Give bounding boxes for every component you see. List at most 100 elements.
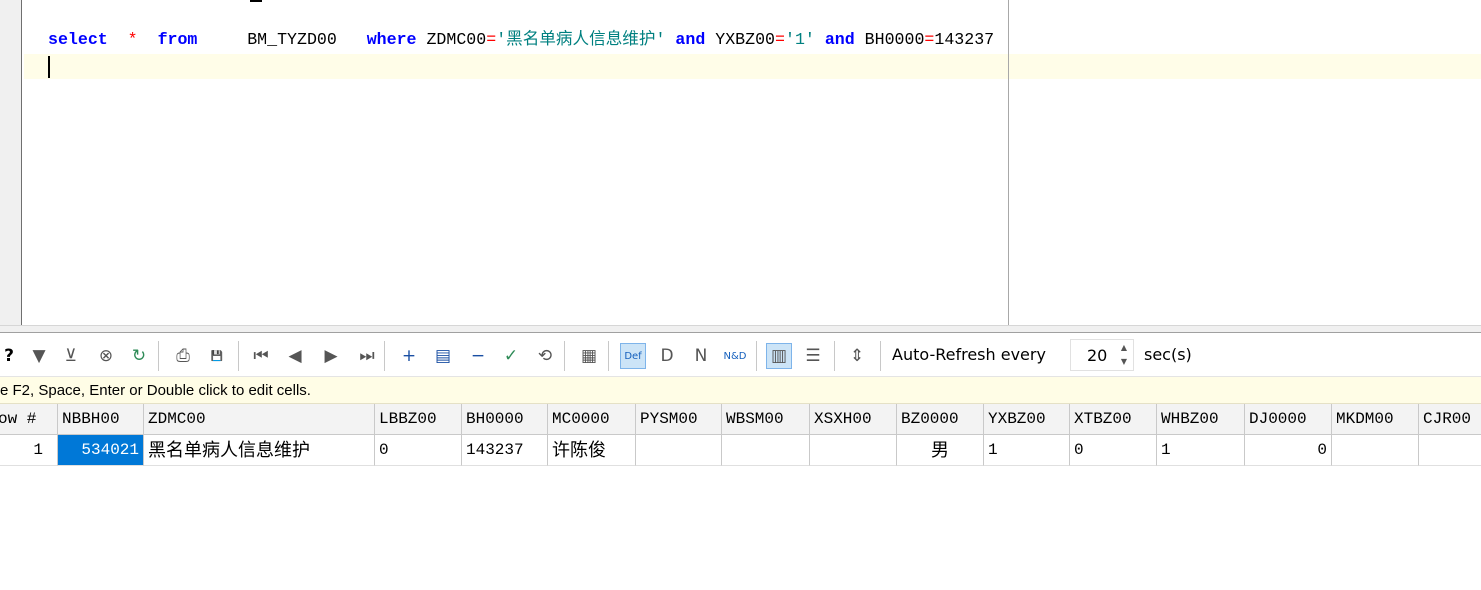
print-icon[interactable]: ⎙: [170, 343, 196, 369]
insert-record-icon[interactable]: +: [396, 343, 422, 369]
post-changes-icon[interactable]: ✓: [498, 343, 524, 369]
row-height-icon[interactable]: ⇕: [844, 343, 870, 369]
last-record-icon[interactable]: ⏭: [354, 343, 380, 369]
grid-cell[interactable]: 0: [1245, 435, 1332, 466]
current-line-highlight: [24, 54, 1481, 79]
column-header[interactable]: WBSM00: [722, 404, 810, 435]
view-nd-icon[interactable]: N&D: [722, 343, 748, 369]
text-caret: [48, 56, 50, 78]
toolbar-separator: [238, 341, 239, 371]
toolbar-separator: [834, 341, 835, 371]
spin-down-icon[interactable]: ▼: [1117, 355, 1131, 369]
auto-refresh-label: Auto-Refresh every: [892, 345, 1046, 364]
sql-token-ident: [138, 30, 158, 49]
toolbar-separator: [608, 341, 609, 371]
column-header[interactable]: MKDM00: [1332, 404, 1419, 435]
column-header[interactable]: MC0000: [548, 404, 636, 435]
column-header[interactable]: YXBZ00: [984, 404, 1070, 435]
view-n-icon[interactable]: N: [688, 343, 714, 369]
sql-token-kw: from: [157, 30, 198, 49]
previous-record-icon[interactable]: ◀: [282, 343, 308, 369]
result-grid[interactable]: ow # NBBH00 ZDMC00 LBBZ00 BH0000 MC0000 PYSM00…: [0, 404, 1481, 590]
sql-token-str: '黑名单病人信息维护': [496, 30, 666, 49]
column-header[interactable]: ZDMC00: [144, 404, 375, 435]
sql-statement-line[interactable]: select * from BM_TYZD00 where ZDMC00='黑名…: [48, 29, 994, 51]
column-header[interactable]: DJ0000: [1245, 404, 1332, 435]
clear-filter-icon[interactable]: ⊻: [58, 343, 84, 369]
sql-token-ident: [815, 30, 825, 49]
sql-token-ident: 143237: [934, 30, 995, 49]
cancel-changes-icon[interactable]: ⟲: [532, 343, 558, 369]
toolbar-separator: [880, 341, 881, 371]
toolbar-separator: [564, 341, 565, 371]
editor-scroll-marker: [250, 0, 262, 2]
grid-cell[interactable]: [722, 435, 810, 466]
spin-up-icon[interactable]: ▲: [1117, 341, 1131, 355]
cancel-icon[interactable]: ⊗: [93, 343, 119, 369]
grid-cell[interactable]: 1: [1157, 435, 1245, 466]
toolbar-separator: [384, 341, 385, 371]
sql-editor[interactable]: select * from BM_TYZD00 where ZDMC00='黑名…: [0, 0, 1481, 325]
default-view-icon[interactable]: Def: [620, 343, 646, 369]
sql-token-ident: YXBZ00: [705, 30, 776, 49]
grid-cell[interactable]: 黑名单病人信息维护: [144, 435, 375, 466]
sql-token-str: '1': [784, 30, 815, 49]
first-record-icon[interactable]: ⏮: [248, 343, 274, 369]
grid-cell[interactable]: [636, 435, 722, 466]
toolbar-separator: [158, 341, 159, 371]
delete-record-icon[interactable]: −: [465, 343, 491, 369]
grid-cell[interactable]: 1: [984, 435, 1070, 466]
sql-token-ident: [665, 30, 675, 49]
refresh-interval-value[interactable]: 20: [1087, 346, 1107, 365]
column-header[interactable]: ow #: [0, 404, 58, 435]
sql-token-op: =: [924, 30, 935, 49]
grid-cell[interactable]: [1332, 435, 1419, 466]
grid-cell[interactable]: 534021: [58, 435, 144, 466]
next-record-icon[interactable]: ▶: [318, 343, 344, 369]
sql-token-op: =: [775, 30, 785, 49]
edit-hint-bar: e F2, Space, Enter or Double click to ed…: [0, 377, 1481, 404]
filter-icon[interactable]: ▼: [26, 343, 52, 369]
sql-token-ident: ZDMC00: [416, 30, 487, 49]
column-header[interactable]: BH0000: [462, 404, 548, 435]
grid-view-icon[interactable]: ▥: [766, 343, 792, 369]
editor-grid-splitter[interactable]: [0, 325, 1481, 333]
grid-cell[interactable]: 0: [375, 435, 462, 466]
column-header[interactable]: BZ0000: [897, 404, 984, 435]
column-header[interactable]: WHBZ00: [1157, 404, 1245, 435]
refresh-icon[interactable]: ↻: [126, 343, 152, 369]
sql-token-kw: and: [824, 30, 855, 49]
grid-cell[interactable]: 男: [897, 435, 984, 466]
sql-token-ident: BH0000: [854, 30, 925, 49]
right-margin-line: [1008, 0, 1009, 325]
column-header[interactable]: CJR00: [1419, 404, 1481, 435]
save-icon[interactable]: 💾: [204, 343, 230, 369]
grid-cell[interactable]: 143237: [462, 435, 548, 466]
sql-token-kw: select: [48, 30, 108, 49]
column-header[interactable]: LBBZ00: [375, 404, 462, 435]
sql-token-kw: where: [366, 30, 417, 49]
duplicate-record-icon[interactable]: ▤: [430, 343, 456, 369]
editor-gutter: [0, 0, 22, 325]
column-header[interactable]: XSXH00: [810, 404, 897, 435]
toolbar-separator: [756, 341, 757, 371]
column-header[interactable]: NBBH00: [58, 404, 144, 435]
sql-token-ident: [108, 30, 128, 49]
row-number-cell[interactable]: 1: [0, 435, 58, 466]
sql-token-ident: BM_TYZD00: [197, 30, 367, 49]
view-d-icon[interactable]: D: [654, 343, 680, 369]
grid-toolbar: ? ▼ ⊻ ⊗ ↻ ⎙ 💾 ⏮ ◀ ▶ ⏭ + ▤ − ✓ ⟲ ▦ Def D N N&D ▥ ☰ ⇕ Auto-Refres…: [0, 333, 1481, 377]
column-header[interactable]: PYSM00: [636, 404, 722, 435]
grid-cell[interactable]: 许陈俊: [548, 435, 636, 466]
grid-cell[interactable]: [810, 435, 897, 466]
refresh-interval-spinner[interactable]: 20 ▲ ▼: [1070, 339, 1134, 371]
sql-token-op: *: [127, 30, 138, 49]
grid-cell[interactable]: 0: [1070, 435, 1157, 466]
sql-token-op: =: [486, 30, 497, 49]
column-header[interactable]: XTBZ00: [1070, 404, 1157, 435]
query-help-icon[interactable]: ?: [0, 343, 22, 369]
single-record-view-icon[interactable]: ▦: [576, 343, 602, 369]
grid-cell[interactable]: [1419, 435, 1481, 466]
sql-token-kw: and: [675, 30, 706, 49]
text-view-icon[interactable]: ☰: [800, 343, 826, 369]
